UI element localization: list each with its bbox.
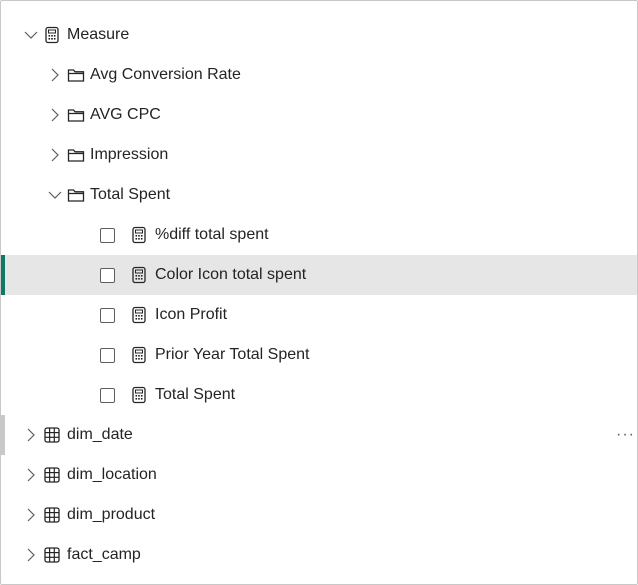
calculator-icon: [130, 386, 148, 404]
calculator-icon: [43, 26, 61, 44]
chevron-right-icon[interactable]: [47, 107, 63, 123]
tree-node-measure[interactable]: Measure: [1, 15, 637, 55]
more-options-icon[interactable]: ···: [616, 426, 635, 444]
folder-icon: [67, 66, 85, 84]
calculator-icon: [130, 306, 148, 324]
measure-label: %diff total spent: [155, 226, 269, 243]
tree-folder-label: Impression: [90, 146, 169, 163]
tree-folder-label: Avg Conversion Rate: [90, 66, 241, 83]
tree-folder-label: Total Spent: [90, 186, 171, 203]
tree-folder-label: AVG CPC: [90, 106, 161, 123]
measure-item[interactable]: %diff total spent: [1, 215, 637, 255]
fields-pane: Measure Avg Conversion Rate AVG CPC Impr…: [0, 0, 638, 585]
measure-checkbox[interactable]: [100, 228, 115, 243]
measure-checkbox[interactable]: [100, 308, 115, 323]
chevron-right-icon[interactable]: [23, 547, 39, 563]
chevron-down-icon[interactable]: [47, 187, 63, 203]
calculator-icon: [130, 266, 148, 284]
tree-folder-impression[interactable]: Impression: [1, 135, 637, 175]
tree-table-dim-location[interactable]: dim_location: [1, 455, 637, 495]
measure-item-selected[interactable]: Color Icon total spent: [1, 255, 637, 295]
measure-label: Color Icon total spent: [155, 266, 307, 283]
measure-label: Total Spent: [155, 386, 236, 403]
tree-table-label: dim_location: [67, 466, 157, 483]
tree-table-dim-date[interactable]: dim_date ···: [1, 415, 637, 455]
chevron-right-icon[interactable]: [23, 427, 39, 443]
table-icon: [43, 466, 61, 484]
chevron-right-icon[interactable]: [23, 467, 39, 483]
table-icon: [43, 546, 61, 564]
tree-table-dim-product[interactable]: dim_product: [1, 495, 637, 535]
chevron-down-icon[interactable]: [23, 27, 39, 43]
measure-checkbox[interactable]: [100, 268, 115, 283]
folder-icon: [67, 186, 85, 204]
calculator-icon: [130, 226, 148, 244]
chevron-right-icon[interactable]: [23, 507, 39, 523]
tree-table-fact-camp[interactable]: fact_camp: [1, 535, 637, 575]
tree-folder-avg-conversion-rate[interactable]: Avg Conversion Rate: [1, 55, 637, 95]
measure-label: Prior Year Total Spent: [155, 346, 310, 363]
table-icon: [43, 506, 61, 524]
tree-table-label: dim_product: [67, 506, 156, 523]
chevron-right-icon[interactable]: [47, 147, 63, 163]
tree-node-label: Measure: [67, 26, 130, 43]
measure-item[interactable]: Total Spent: [1, 375, 637, 415]
calculator-icon: [130, 346, 148, 364]
measure-item[interactable]: Icon Profit: [1, 295, 637, 335]
tree-table-label: fact_camp: [67, 546, 141, 563]
measure-label: Icon Profit: [155, 306, 228, 323]
folder-icon: [67, 106, 85, 124]
folder-icon: [67, 146, 85, 164]
table-icon: [43, 426, 61, 444]
chevron-right-icon[interactable]: [47, 67, 63, 83]
measure-checkbox[interactable]: [100, 388, 115, 403]
measure-checkbox[interactable]: [100, 348, 115, 363]
measure-item[interactable]: Prior Year Total Spent: [1, 335, 637, 375]
tree-folder-total-spent[interactable]: Total Spent: [1, 175, 637, 215]
tree-folder-avg-cpc[interactable]: AVG CPC: [1, 95, 637, 135]
tree-table-label: dim_date: [67, 426, 133, 443]
